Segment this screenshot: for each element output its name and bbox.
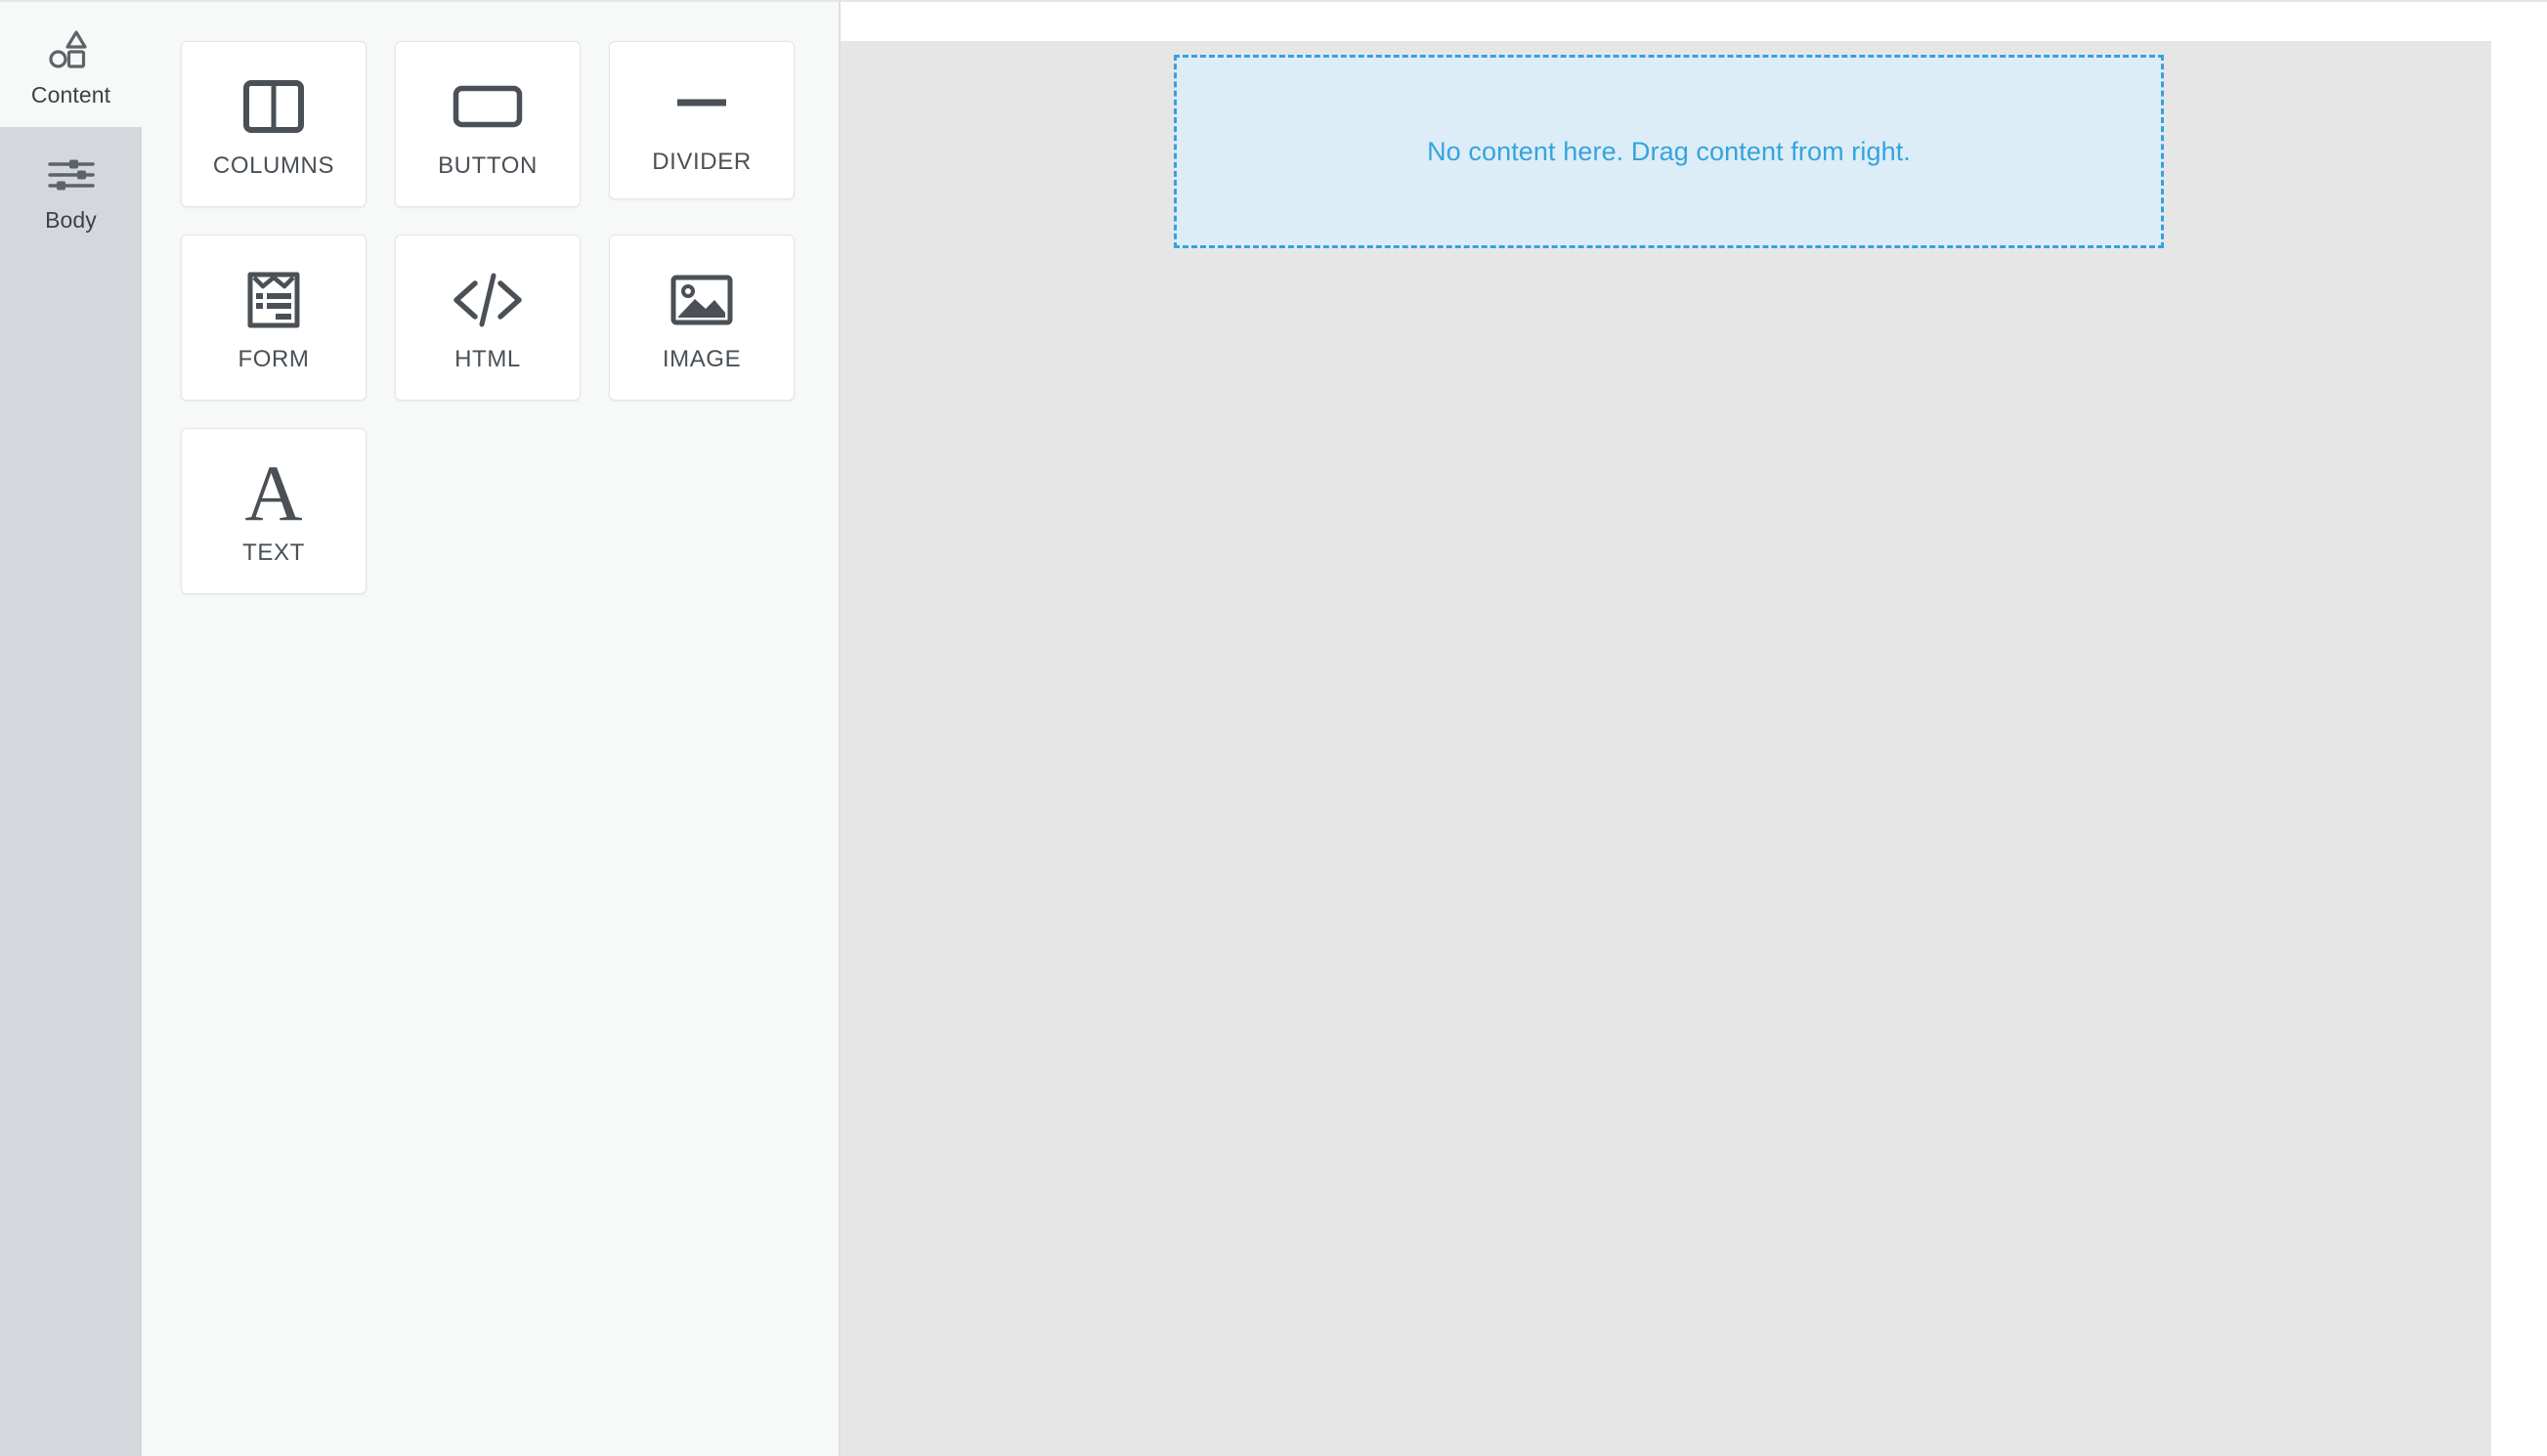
text-a-icon: A — [244, 449, 303, 537]
form-icon — [245, 262, 302, 338]
dropzone-message: No content here. Drag content from right… — [1427, 136, 1911, 166]
divider-icon — [674, 64, 729, 141]
block-tile-button[interactable]: BUTTON — [395, 41, 581, 207]
block-tile-label: IMAGE — [662, 346, 742, 372]
block-tile-divider[interactable]: DIVIDER — [609, 41, 795, 199]
block-tile-columns[interactable]: COLUMNS — [181, 41, 367, 207]
block-tile-label: TEXT — [242, 539, 305, 566]
email-canvas: No content here. Drag content from right… — [841, 41, 2491, 1456]
block-tile-text[interactable]: A TEXT — [181, 428, 367, 594]
block-tile-label: BUTTON — [438, 152, 538, 179]
block-tile-label: DIVIDER — [652, 149, 752, 175]
block-tile-html[interactable]: HTML — [395, 235, 581, 401]
sidebar-item-label-body: Body — [45, 206, 97, 233]
block-tile-label: FORM — [237, 346, 310, 372]
image-icon — [669, 262, 734, 338]
columns-icon — [243, 68, 304, 145]
app-root: Content Body COLUMNS BUTTON DIVIDER FORM… — [0, 0, 2547, 1456]
sliders-icon — [40, 149, 103, 201]
content-blocks-grid: COLUMNS BUTTON DIVIDER FORM HTML IMAGE A… — [181, 41, 826, 621]
block-tile-label: HTML — [454, 346, 521, 372]
block-tile-form[interactable]: FORM — [181, 235, 367, 401]
empty-dropzone[interactable]: No content here. Drag content from right… — [1174, 55, 2164, 248]
left-rail: Content Body — [0, 0, 142, 1456]
rail-filler — [0, 251, 142, 1456]
sidebar-item-body[interactable]: Body — [0, 126, 142, 252]
code-icon — [451, 262, 525, 338]
block-tile-label: COLUMNS — [212, 152, 335, 179]
text-a-glyph: A — [244, 449, 303, 537]
block-tile-image[interactable]: IMAGE — [609, 235, 795, 401]
button-icon — [453, 68, 523, 145]
sidebar-item-label-content: Content — [30, 82, 111, 107]
shapes-icon — [40, 23, 103, 76]
content-blocks-panel: COLUMNS BUTTON DIVIDER FORM HTML IMAGE A… — [142, 0, 841, 1456]
sidebar-item-content[interactable]: Content — [0, 2, 142, 127]
canvas-area: No content here. Drag content from right… — [841, 0, 2547, 1456]
